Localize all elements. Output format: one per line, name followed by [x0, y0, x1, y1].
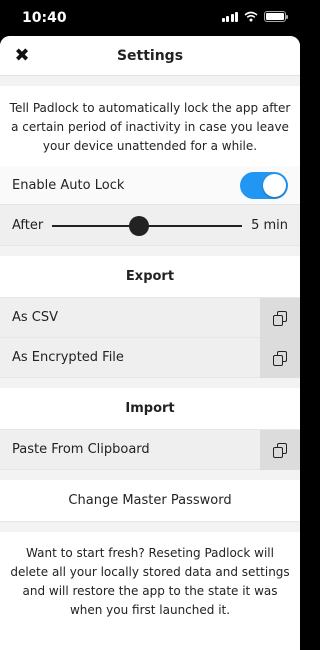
settings-sheet: ✖ Settings Tell Padlock to automatically…	[0, 36, 300, 650]
section-gap	[0, 76, 300, 86]
status-time: 10:40	[22, 10, 67, 26]
wifi-icon	[244, 11, 258, 22]
copy-icon	[273, 310, 287, 326]
import-clipboard-label: Paste From Clipboard	[12, 442, 150, 457]
import-section: Import Paste From Clipboard	[0, 388, 300, 470]
signal-icon	[221, 11, 238, 22]
nav-bar: ✖ Settings	[0, 36, 300, 76]
delay-label: After	[12, 218, 44, 233]
export-encrypted-button[interactable]	[260, 338, 300, 378]
import-clipboard-button[interactable]	[260, 430, 300, 470]
auto-lock-row: Enable Auto Lock	[0, 166, 300, 205]
delay-value: 5 min	[251, 218, 288, 233]
export-csv-button[interactable]	[260, 298, 300, 338]
status-icons	[221, 11, 288, 22]
page-title: Settings	[116, 48, 184, 64]
copy-icon	[273, 350, 287, 366]
export-section: Export As CSV As Encrypted File	[0, 256, 300, 378]
copy-icon	[273, 442, 287, 458]
import-header: Import	[0, 388, 300, 430]
export-header: Export	[0, 256, 300, 298]
export-csv-row[interactable]: As CSV	[0, 298, 300, 338]
section-gap	[0, 470, 300, 480]
export-csv-label: As CSV	[12, 310, 59, 325]
import-clipboard-row[interactable]: Paste From Clipboard	[0, 430, 300, 470]
section-gap	[0, 246, 300, 256]
section-gap	[0, 378, 300, 388]
export-encrypted-label: As Encrypted File	[12, 350, 124, 365]
auto-lock-description: Tell Padlock to automatically lock the a…	[0, 86, 300, 166]
delay-slider[interactable]	[52, 216, 242, 236]
change-master-password-button[interactable]: Change Master Password	[0, 480, 300, 522]
section-gap	[0, 522, 300, 532]
battery-icon	[264, 11, 288, 22]
status-bar: 10:40	[0, 0, 300, 36]
toggle-knob	[263, 174, 286, 197]
slider-thumb[interactable]	[129, 216, 150, 236]
export-encrypted-row[interactable]: As Encrypted File	[0, 338, 300, 378]
auto-lock-toggle[interactable]	[240, 172, 288, 199]
auto-lock-delay-row: After 5 min	[0, 205, 300, 246]
reset-description: Want to start fresh? Reseting Padlock wi…	[0, 532, 300, 632]
